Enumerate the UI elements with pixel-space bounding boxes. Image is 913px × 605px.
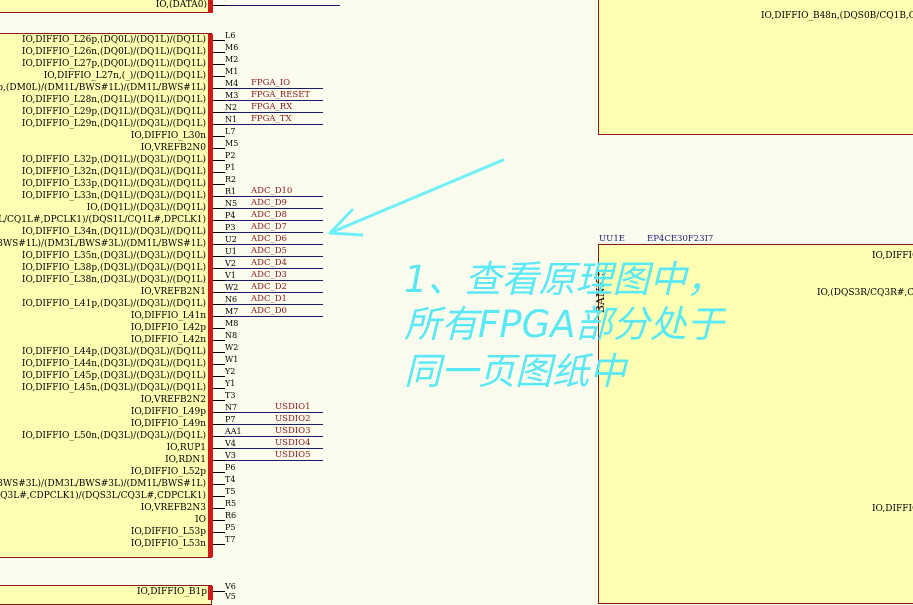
annotation-line-2: 所有FPGA部分处于 [404, 303, 724, 346]
annotation-line-3: 同一页图纸中 [404, 350, 626, 393]
annotation-line-1: 1、查看原理图中， [404, 258, 724, 301]
